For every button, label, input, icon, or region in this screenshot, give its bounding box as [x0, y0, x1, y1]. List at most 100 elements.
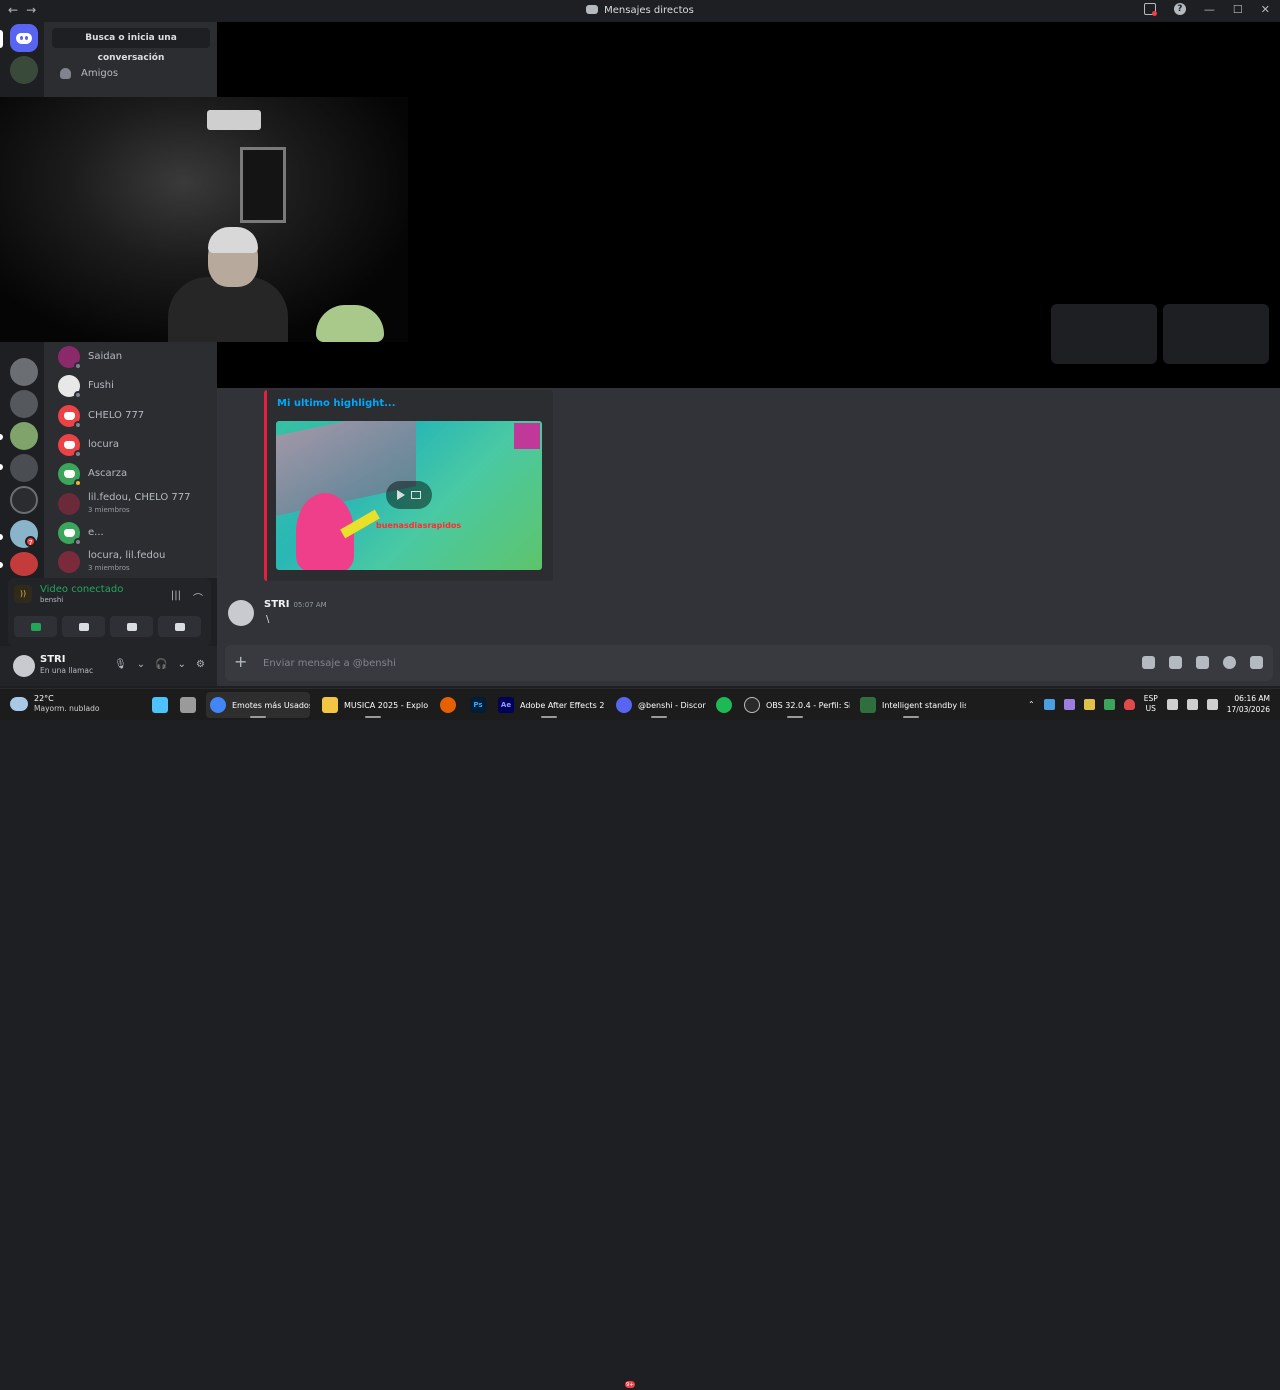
participant-tile[interactable]: [1051, 304, 1157, 364]
message-time: 05:07 AM: [293, 601, 327, 609]
webcam-overlay: [0, 97, 408, 342]
taskbar-app-firefox[interactable]: [436, 692, 460, 718]
windows-taskbar: 22°C Mayorm. nublado Emotes más Usados -…: [0, 688, 1280, 1389]
help-icon[interactable]: ?: [1173, 3, 1186, 15]
attach-plus-icon[interactable]: +: [234, 653, 247, 671]
gif-icon[interactable]: [1169, 656, 1182, 669]
system-clock[interactable]: 06:16 AM 17/03/2026: [1227, 693, 1270, 715]
taskbar-app-chrome[interactable]: Emotes más Usados -: [206, 692, 310, 718]
voice-status: Video conectado: [40, 584, 124, 595]
open-external-icon: [411, 491, 421, 499]
user-panel: STRI En una llamac 🎙 ⌄ 🎧 ⌄ ⚙: [0, 646, 217, 686]
inbox-icon[interactable]: [1143, 3, 1157, 16]
message-input[interactable]: [263, 654, 1083, 672]
taskbar-app-discord[interactable]: @benshi - Discord: [612, 692, 706, 718]
screen-share-button[interactable]: [62, 616, 105, 637]
participant-tile[interactable]: [1163, 304, 1269, 364]
noise-suppression-icon[interactable]: |||: [171, 590, 181, 605]
microphone-in-use-icon[interactable]: [1123, 698, 1135, 710]
dm-item[interactable]: lil.fedou, CHELO 777 3 miembros: [58, 492, 191, 516]
server-icon[interactable]: [10, 390, 38, 418]
server-icon[interactable]: [10, 454, 38, 482]
dm-item[interactable]: Fushi: [58, 374, 114, 399]
message-content: \: [266, 614, 270, 625]
camera-icon: [30, 622, 41, 631]
server-icon[interactable]: [10, 358, 38, 386]
minimize-button[interactable]: —: [1204, 3, 1215, 16]
activities-button[interactable]: [110, 616, 153, 637]
taskbar-app-explorer[interactable]: MUSICA 2025 - Explora: [318, 692, 428, 718]
friends-label: Amigos: [81, 67, 119, 79]
headphones-icon[interactable]: 🎧: [155, 659, 167, 670]
dm-name: e...: [88, 527, 104, 538]
obs-icon: [744, 697, 760, 713]
server-icon[interactable]: [10, 552, 38, 576]
taskbar-app-after-effects[interactable]: Ae Adobe After Effects 202: [494, 692, 604, 718]
weather-widget[interactable]: 22°C Mayorm. nublado: [10, 694, 99, 714]
dm-item[interactable]: Saidan: [58, 345, 122, 370]
avatar: [58, 522, 82, 546]
volume-icon[interactable]: [1186, 698, 1198, 710]
taskbar-app-spotify[interactable]: [712, 692, 736, 718]
message-header: STRI 05:07 AM: [264, 599, 327, 610]
window-title-text: Mensajes directos: [604, 5, 694, 16]
dm-icon: [586, 5, 599, 14]
sticker-icon[interactable]: [1196, 656, 1209, 669]
sync-icon[interactable]: [1083, 698, 1095, 710]
app-tray-icon[interactable]: [1103, 698, 1115, 710]
maximize-button[interactable]: ☐: [1233, 3, 1243, 16]
dm-item[interactable]: CHELO 777: [58, 404, 144, 429]
microphone-icon[interactable]: 🎙: [114, 659, 127, 670]
play-button[interactable]: [386, 481, 432, 509]
emoji-icon[interactable]: [1223, 656, 1236, 669]
network-icon[interactable]: [1166, 698, 1178, 710]
close-button[interactable]: ✕: [1261, 3, 1270, 16]
chevron-down-icon[interactable]: ⌄: [137, 659, 145, 670]
tray-overflow-chevron-icon[interactable]: ⌃: [1028, 700, 1035, 709]
avatar: [58, 405, 82, 429]
search-conversation-button[interactable]: Busca o inicia una conversación: [52, 28, 210, 63]
server-icon[interactable]: [10, 56, 38, 84]
battery-icon[interactable]: [1206, 698, 1218, 710]
home-discord-icon[interactable]: [10, 24, 38, 52]
avatar[interactable]: [228, 600, 254, 626]
avatar[interactable]: [13, 655, 35, 677]
soundboard-button[interactable]: [158, 616, 201, 637]
dm-item[interactable]: Ascarza: [58, 462, 127, 487]
dm-item[interactable]: e...: [58, 521, 104, 546]
dm-name: locura: [88, 439, 119, 450]
camera-button[interactable]: [14, 616, 57, 637]
photoshop-icon: Ps: [470, 697, 486, 713]
server-icon[interactable]: [10, 486, 38, 514]
language-indicator[interactable]: ESP US: [1144, 694, 1158, 714]
pen-icon[interactable]: [1063, 698, 1075, 710]
message-author[interactable]: STRI: [264, 599, 289, 610]
apps-icon[interactable]: [1250, 656, 1263, 669]
signal-icon[interactable]: )): [14, 585, 32, 603]
avatar: [58, 346, 82, 370]
friends-nav-item[interactable]: Amigos: [60, 64, 118, 82]
onedrive-icon[interactable]: [1043, 698, 1055, 710]
group-avatar: [58, 493, 80, 515]
dm-item[interactable]: locura, lil.fedou 3 miembros: [58, 550, 165, 574]
start-button[interactable]: [148, 692, 172, 718]
taskbar-app-label: Adobe After Effects 202: [520, 700, 604, 710]
embed-title-link[interactable]: Mi ultimo highlight...: [277, 398, 396, 409]
thumbnail-text: buenasdiasrapidos: [376, 521, 462, 530]
task-view-button[interactable]: [176, 692, 200, 718]
video-thumbnail[interactable]: buenasdiasrapidos: [276, 421, 542, 570]
message-composer: +: [225, 645, 1273, 681]
taskbar-app-standby-list[interactable]: Intelligent standby list: [856, 692, 966, 718]
active-pill: [0, 30, 3, 48]
friends-icon: [60, 67, 71, 79]
taskbar-app-photoshop[interactable]: Ps: [466, 692, 490, 718]
server-icon[interactable]: [10, 422, 38, 450]
disconnect-icon[interactable]: ⌒: [193, 590, 203, 605]
dm-item[interactable]: locura: [58, 433, 119, 458]
gift-icon[interactable]: [1142, 656, 1155, 669]
taskbar-app-obs[interactable]: OBS 32.0.4 - Perfil: Sin: [740, 692, 850, 718]
voice-channel[interactable]: benshi: [40, 596, 123, 604]
chevron-down-icon[interactable]: ⌄: [178, 659, 186, 670]
settings-gear-icon[interactable]: ⚙: [196, 659, 205, 670]
link-embed: Mi ultimo highlight... buenasdiasrapidos: [264, 390, 553, 581]
